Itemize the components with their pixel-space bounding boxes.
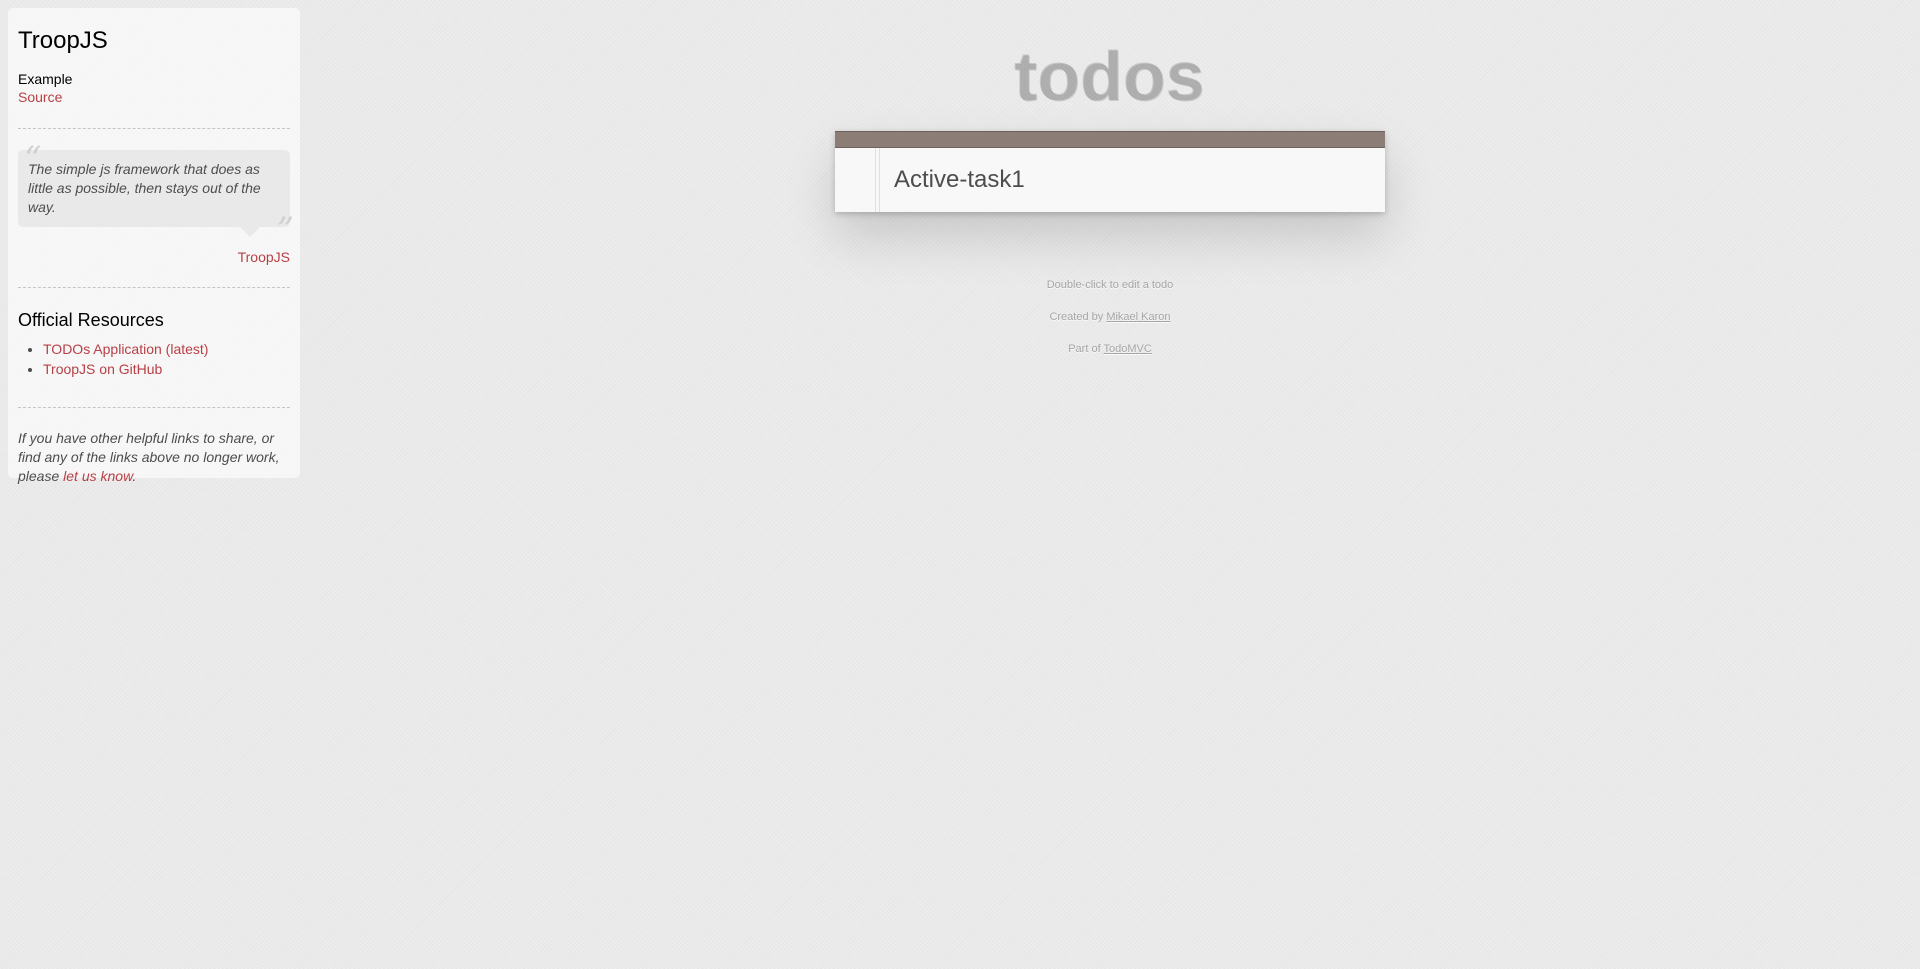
close-quote-icon: ” xyxy=(276,209,294,250)
todomvc-link[interactable]: TodoMVC xyxy=(1103,343,1151,355)
edit-hint: Double-click to edit a todo xyxy=(1046,279,1174,291)
divider xyxy=(18,406,290,408)
quote-tail xyxy=(240,226,260,237)
header-bar xyxy=(835,132,1385,148)
quote-author-link[interactable]: TroopJS xyxy=(18,249,290,265)
todo-app xyxy=(835,131,1385,212)
let-us-know-link[interactable]: let us know xyxy=(63,468,132,484)
open-quote-icon: “ xyxy=(24,138,42,179)
part-of-prefix: Part of xyxy=(1068,343,1104,355)
divider xyxy=(18,127,290,129)
created-by: Created by Mikael Karon xyxy=(0,310,1920,325)
new-todo-row xyxy=(835,148,1385,212)
info-footer: Double-click to edit a todo Created by M… xyxy=(0,278,1920,374)
footer-note: If you have other helpful links to share… xyxy=(18,429,290,486)
footer-note-suffix: . xyxy=(132,467,137,484)
quote-text: The simple js framework that does as lit… xyxy=(28,160,261,215)
author-link[interactable]: Mikael Karon xyxy=(1106,311,1170,323)
part-of: Part of TodoMVC xyxy=(0,342,1920,357)
created-by-prefix: Created by xyxy=(1049,311,1107,323)
new-todo-input[interactable] xyxy=(894,148,1374,212)
margin-line xyxy=(875,148,880,212)
footer-note-prefix: If you have other helpful links to share… xyxy=(18,429,280,484)
framework-quote: “ The simple js framework that does as l… xyxy=(18,142,294,247)
app-title: todos xyxy=(1014,38,1206,116)
